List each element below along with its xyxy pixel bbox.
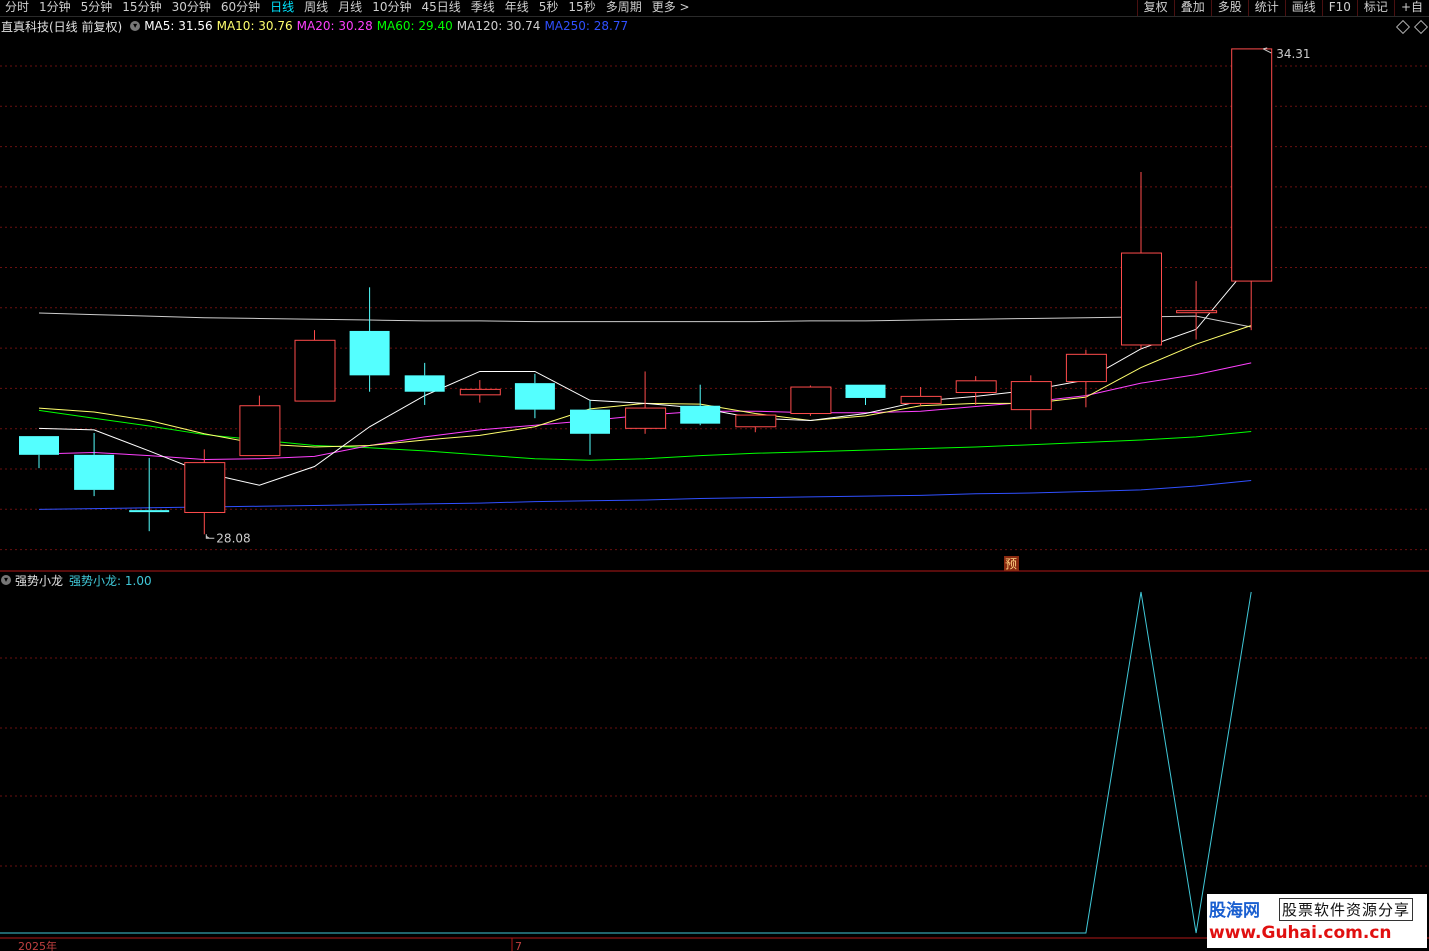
time-axis-label: 2025年 <box>18 939 57 951</box>
candle-body <box>1176 310 1218 314</box>
kline-chart[interactable]: 34.31 28.08 预 2025年 7 <box>0 0 1429 951</box>
candle-body <box>74 454 115 490</box>
pre-marker-label: 预 <box>1005 557 1017 571</box>
candle-body <box>1010 381 1052 411</box>
candle-body <box>294 339 336 402</box>
candle-body <box>239 405 281 457</box>
candle-body <box>404 375 445 392</box>
ma120-line <box>38 312 1252 328</box>
watermark-logo: 股海网 股票软件资源分享 www.Guhai.com.cn <box>1207 894 1427 948</box>
watermark-slogan: 股票软件资源分享 <box>1279 898 1414 921</box>
candle-body <box>790 386 832 415</box>
candle-body <box>459 388 501 396</box>
candle-body <box>955 380 997 393</box>
candle-body <box>184 462 226 513</box>
time-axis-label: 7 <box>515 940 522 951</box>
watermark-url: www.Guhai.com.cn <box>1209 923 1392 943</box>
candle-body <box>845 384 886 398</box>
low-price-label: 28.08 <box>216 531 250 545</box>
candle-body <box>900 395 942 404</box>
candle-body <box>1121 252 1162 346</box>
high-price-label: 34.31 <box>1276 47 1310 61</box>
candle-body <box>514 383 555 410</box>
candle-body <box>349 330 390 376</box>
candle-body <box>625 407 667 429</box>
candle-body <box>680 405 721 424</box>
candle-body <box>1231 48 1273 282</box>
low-arrow <box>205 534 215 539</box>
candle-body <box>735 414 777 428</box>
candle-body <box>19 436 59 455</box>
candle-body <box>129 510 170 513</box>
indicator-line <box>0 591 1252 934</box>
watermark-site-name: 股海网 <box>1209 901 1260 921</box>
candle-body <box>570 409 610 434</box>
candle-body <box>1065 353 1107 383</box>
